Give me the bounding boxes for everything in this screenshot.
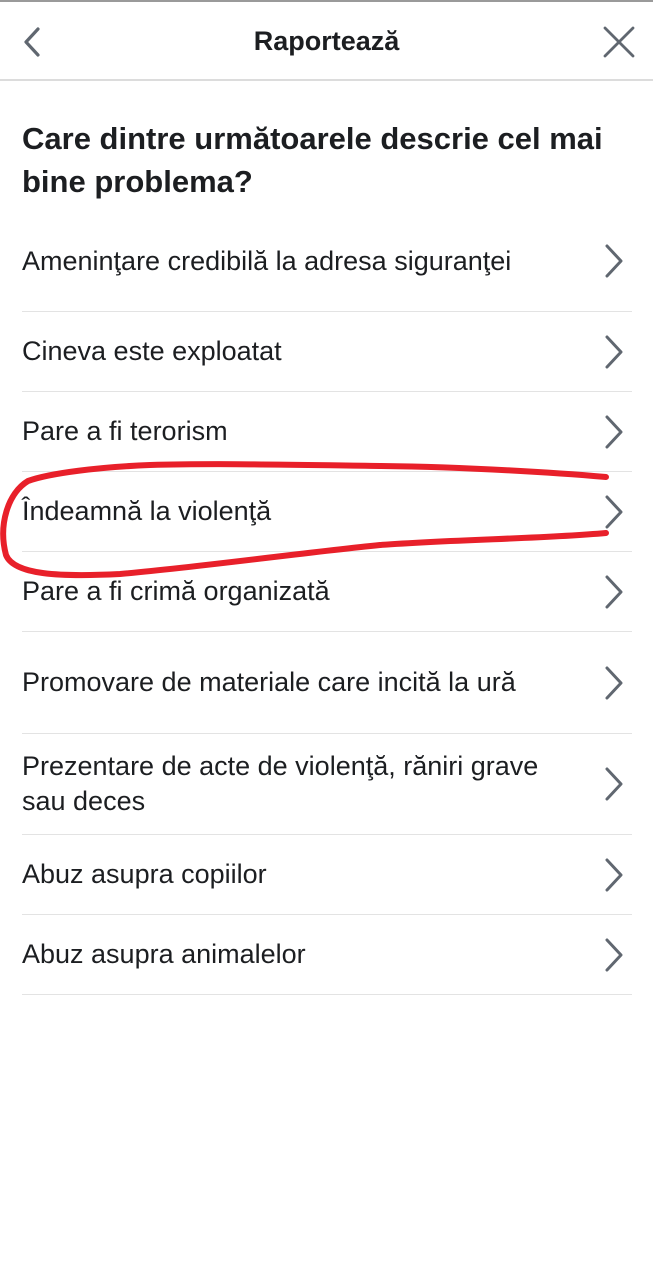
- option-child-abuse[interactable]: Abuz asupra copiilor: [22, 835, 632, 915]
- page-title: Raportează: [253, 26, 400, 56]
- chevron-right-icon: [605, 244, 623, 278]
- option-label: Promovare de materiale care incită la ur…: [22, 667, 516, 697]
- top-bar: Raportează: [0, 0, 653, 81]
- chevron-right-icon: [605, 938, 623, 971]
- close-icon: [603, 26, 635, 58]
- question-heading: Care dintre următoarele descrie cel mai …: [22, 121, 603, 199]
- option-label: Abuz asupra animalelor: [22, 939, 306, 969]
- option-animal-abuse[interactable]: Abuz asupra animalelor: [22, 915, 632, 995]
- chevron-right-icon: [605, 575, 623, 608]
- option-credible-threat[interactable]: Ameninţare credibilă la adresa siguranţe…: [22, 211, 632, 312]
- option-organized-crime[interactable]: Pare a fi crimă organizată: [22, 552, 632, 632]
- option-label: Pare a fi terorism: [22, 416, 228, 446]
- option-incites-violence[interactable]: Îndeamnă la violenţă: [22, 472, 632, 552]
- chevron-right-icon: [605, 335, 623, 368]
- option-terrorism[interactable]: Pare a fi terorism: [22, 392, 632, 472]
- option-graphic-violence[interactable]: Prezentare de acte de violenţă, răniri g…: [22, 734, 632, 835]
- option-label: Cineva este exploatat: [22, 336, 282, 366]
- chevron-right-icon: [605, 415, 623, 448]
- option-hate-speech[interactable]: Promovare de materiale care incită la ur…: [22, 632, 632, 734]
- option-label: Ameninţare credibilă la adresa siguranţe…: [22, 245, 512, 276]
- option-label: Îndeamnă la violenţă: [22, 496, 272, 526]
- chevron-right-icon: [605, 495, 623, 528]
- option-exploitation[interactable]: Cineva este exploatat: [22, 312, 632, 392]
- chevron-right-icon: [605, 666, 623, 699]
- option-label: Pare a fi crimă organizată: [22, 576, 330, 606]
- close-button[interactable]: [599, 22, 639, 62]
- option-label: Prezentare de acte de violenţă, răniri g…: [22, 751, 539, 816]
- options-list: Ameninţare credibilă la adresa siguranţe…: [22, 211, 632, 995]
- chevron-right-icon: [605, 858, 623, 891]
- chevron-right-icon: [605, 767, 623, 801]
- option-label: Abuz asupra copiilor: [22, 859, 267, 889]
